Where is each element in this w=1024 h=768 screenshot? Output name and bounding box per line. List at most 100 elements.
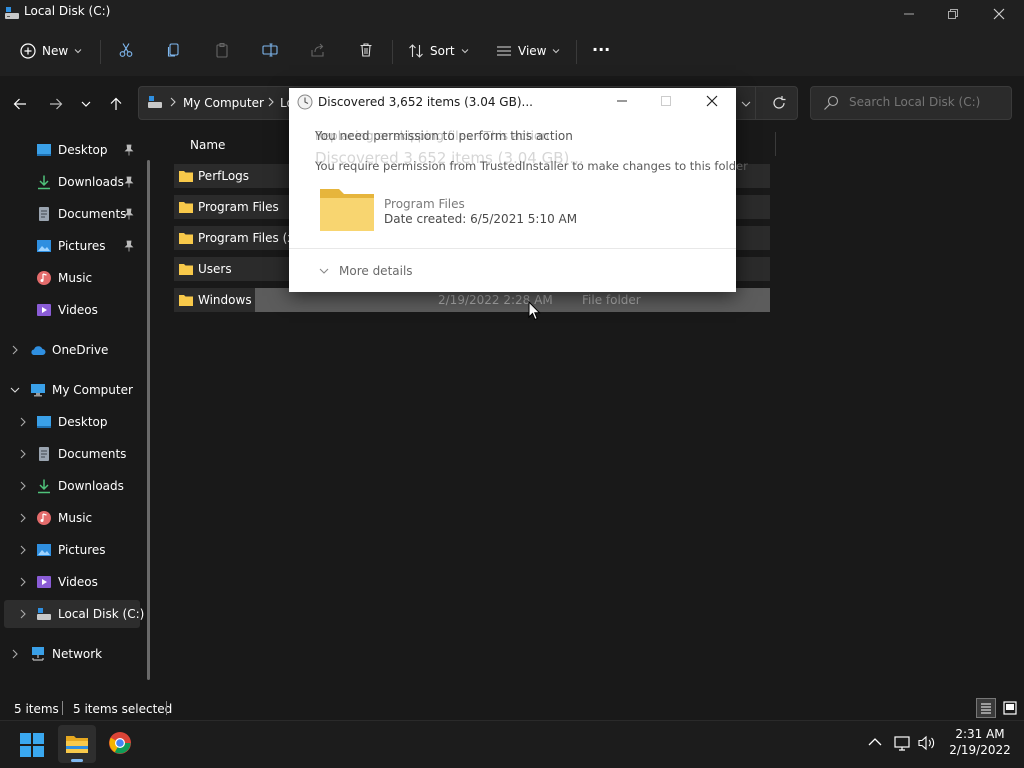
- sidebar-item-label: Videos: [58, 303, 98, 317]
- column-divider: [775, 132, 776, 156]
- sidebar-item-label: My Computer: [52, 383, 133, 397]
- sidebar-item-music[interactable]: Music: [36, 264, 92, 292]
- sidebar-scrollbar[interactable]: [147, 160, 150, 680]
- selected-count: 5 items selected: [73, 702, 173, 716]
- chevron-right-icon[interactable]: [18, 609, 28, 619]
- sidebar-item-label: Downloads: [58, 175, 124, 189]
- document-icon: [36, 446, 52, 462]
- sidebar-item-computer-music[interactable]: Music: [36, 504, 92, 532]
- sidebar-item-local-disk[interactable]: Local Disk (C:): [36, 600, 144, 628]
- pin-icon[interactable]: [124, 176, 134, 188]
- sidebar-item-computer-documents[interactable]: Documents: [36, 440, 126, 468]
- breadcrumb-my-computer[interactable]: My Computer: [183, 96, 264, 110]
- sidebar-item-computer-videos[interactable]: Videos: [36, 568, 98, 596]
- cloud-icon: [30, 342, 46, 358]
- dialog-title: Discovered 3,652 items (3.04 GB)...: [318, 95, 533, 109]
- rename-icon: [262, 42, 278, 58]
- chevron-right-icon[interactable]: [10, 649, 20, 659]
- chrome-taskbar-button[interactable]: [108, 731, 132, 755]
- sidebar-item-network[interactable]: Network: [30, 640, 102, 668]
- share-button[interactable]: [310, 42, 326, 58]
- minimize-button[interactable]: [886, 0, 932, 28]
- tiles-view-button[interactable]: [1000, 698, 1020, 718]
- videos-icon: [36, 574, 52, 590]
- chevron-down-icon[interactable]: [741, 99, 751, 109]
- more-details-button[interactable]: More details: [319, 264, 413, 278]
- paste-icon: [214, 42, 230, 58]
- network-status-button[interactable]: [894, 735, 912, 751]
- chevron-down-icon[interactable]: [10, 385, 20, 395]
- details-view-button[interactable]: [976, 698, 996, 718]
- search-input[interactable]: [849, 95, 1005, 109]
- folder-icon: [178, 169, 194, 183]
- dialog-item-date: Date created: 6/5/2021 5:10 AM: [384, 212, 578, 226]
- clock[interactable]: 2:31 AM 2/19/2022: [944, 727, 1016, 757]
- view-button[interactable]: View: [496, 36, 560, 66]
- paste-button[interactable]: [214, 42, 230, 58]
- sidebar-item-label: Music: [58, 271, 93, 285]
- sidebar-item-videos[interactable]: Videos: [36, 296, 98, 324]
- large-folder-icon: [319, 186, 375, 232]
- dialog-maximize-button: [651, 88, 681, 114]
- chevron-right-icon[interactable]: [18, 545, 28, 555]
- arrow-right-icon: [49, 97, 63, 111]
- delete-button[interactable]: [358, 42, 374, 58]
- show-hidden-icons-button[interactable]: [868, 737, 882, 747]
- pin-icon[interactable]: [124, 208, 134, 220]
- dialog-close-button[interactable]: [697, 88, 727, 114]
- sidebar-item-downloads[interactable]: Downloads: [36, 168, 124, 196]
- new-button[interactable]: New: [20, 36, 82, 66]
- drive-icon: [147, 94, 163, 110]
- sidebar-item-my-computer[interactable]: My Computer: [30, 376, 133, 404]
- sidebar-item-label: Pictures: [58, 239, 106, 253]
- cut-button[interactable]: [118, 42, 134, 58]
- sort-button[interactable]: Sort: [408, 36, 469, 66]
- file-explorer-taskbar-button[interactable]: [58, 725, 96, 763]
- copy-button[interactable]: [166, 42, 182, 58]
- chevron-right-icon[interactable]: [10, 345, 20, 355]
- toolbar-separator: [392, 40, 393, 64]
- chevron-right-icon[interactable]: [18, 481, 28, 491]
- toolbar-separator: [100, 40, 101, 64]
- restore-button[interactable]: [930, 0, 976, 28]
- folder-icon: [178, 293, 194, 307]
- share-icon: [310, 42, 326, 58]
- folder-icon: [178, 200, 194, 214]
- rename-button[interactable]: [262, 42, 278, 58]
- pin-icon[interactable]: [124, 144, 134, 156]
- address-separator: [755, 87, 756, 119]
- chevron-right-icon[interactable]: [18, 513, 28, 523]
- volume-button[interactable]: [918, 735, 936, 751]
- sidebar-item-label: OneDrive: [52, 343, 109, 357]
- sidebar-item-documents[interactable]: Documents: [36, 200, 126, 228]
- view-label: View: [518, 44, 547, 58]
- chevron-down-icon: [81, 99, 91, 109]
- sidebar-item-desktop[interactable]: Desktop: [36, 136, 108, 164]
- sidebar-item-computer-desktop[interactable]: Desktop: [36, 408, 108, 436]
- sidebar-item-onedrive[interactable]: OneDrive: [30, 336, 108, 364]
- chevron-right-icon[interactable]: [18, 449, 28, 459]
- start-button[interactable]: [20, 733, 44, 757]
- arrow-up-icon: [109, 97, 123, 111]
- chevron-right-icon[interactable]: [18, 417, 28, 427]
- chevron-right-icon[interactable]: [18, 577, 28, 587]
- dialog-minimize-button[interactable]: [607, 88, 637, 114]
- pin-icon[interactable]: [124, 240, 134, 252]
- more-options-button[interactable]: ···: [592, 40, 610, 59]
- recent-locations-button[interactable]: [74, 90, 98, 118]
- scissors-icon: [118, 42, 134, 58]
- back-button[interactable]: [8, 90, 32, 118]
- sidebar-item-pictures[interactable]: Pictures: [36, 232, 106, 260]
- forward-button[interactable]: [44, 90, 68, 118]
- sidebar-item-computer-downloads[interactable]: Downloads: [36, 472, 124, 500]
- sidebar-item-label: Pictures: [58, 543, 106, 557]
- sidebar-item-computer-pictures[interactable]: Pictures: [36, 536, 106, 564]
- close-window-button[interactable]: [976, 0, 1022, 28]
- column-header-name[interactable]: Name: [190, 138, 225, 152]
- refresh-icon[interactable]: [771, 95, 787, 111]
- navigation-pane: Desktop Downloads Documents Pictures Mus…: [0, 132, 160, 692]
- up-button[interactable]: [104, 90, 128, 118]
- search-box[interactable]: [810, 86, 1012, 120]
- monitor-network-icon: [894, 735, 912, 751]
- toolbar-separator: [576, 40, 577, 64]
